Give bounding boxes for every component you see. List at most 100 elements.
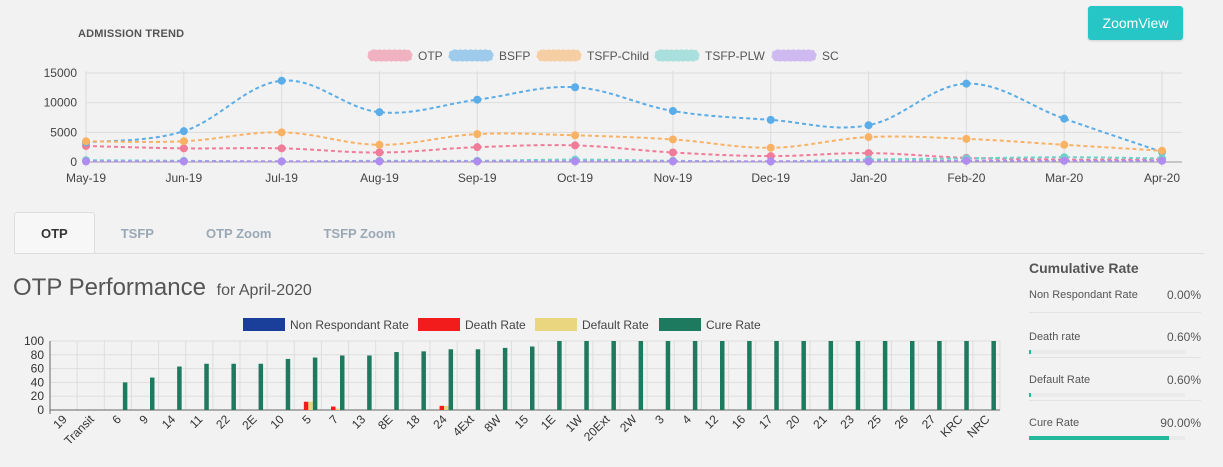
x-tick-label: 21 <box>810 412 830 432</box>
bar-cure-rate <box>611 341 616 410</box>
y-tick-label: 20 <box>31 389 45 403</box>
x-tick-label: 10 <box>267 412 287 432</box>
x-tick-label: 13 <box>349 412 369 432</box>
legend-label: Death Rate <box>465 318 526 332</box>
data-point <box>766 143 775 152</box>
legend-label: TSFP-Child <box>587 49 649 63</box>
legend-swatch <box>448 49 494 62</box>
data-point <box>277 144 286 153</box>
bar-cure-rate <box>720 341 725 410</box>
legend-item: OTP <box>367 49 443 63</box>
cumulative-rate-panel: Cumulative Rate Non Respondant Rate 0.00… <box>1019 254 1204 454</box>
x-tick-label: 16 <box>729 412 749 432</box>
cum-progress-fill <box>1029 350 1031 354</box>
data-point <box>375 140 384 149</box>
legend-item: TSFP-PLW <box>654 49 765 63</box>
bar-death-rate <box>439 405 445 410</box>
legend-item: BSFP <box>448 49 530 63</box>
bar-cure-rate <box>828 341 834 410</box>
tab-tsfp-zoom[interactable]: TSFP Zoom <box>297 212 421 254</box>
data-point <box>179 137 188 146</box>
bar-cure-rate <box>747 341 752 410</box>
admission-trend-title: ADMISSION TREND <box>78 28 185 40</box>
bar-default-rate <box>444 405 449 410</box>
bar-cure-rate <box>367 355 372 410</box>
cum-label: Death rate <box>1029 331 1081 343</box>
data-point <box>375 148 384 157</box>
cum-value: 90.00% <box>1160 416 1201 430</box>
x-tick-label: 12 <box>702 412 722 432</box>
cum-value: 0.00% <box>1166 288 1201 302</box>
x-tick-label: Dec-19 <box>751 171 790 185</box>
cum-label: Default Rate <box>1029 374 1091 386</box>
data-point <box>1060 114 1069 123</box>
data-point <box>179 127 188 136</box>
x-tick-label: 20 <box>783 412 803 432</box>
data-point <box>473 95 482 104</box>
legend-item: TSFP-Child <box>536 49 649 63</box>
data-point <box>766 115 775 124</box>
zoomview-button[interactable]: ZoomView <box>1088 6 1183 40</box>
bar-cure-rate <box>882 341 888 410</box>
x-tick-label: 25 <box>865 412 885 432</box>
bar-cure-rate <box>448 349 454 410</box>
cum-progress-track <box>1029 436 1185 440</box>
bar-cure-rate <box>692 341 698 410</box>
data-point <box>962 156 971 165</box>
y-tick-label: 40 <box>31 375 45 389</box>
legend-label: Default Rate <box>582 318 649 332</box>
x-tick-label: Jul-19 <box>265 171 298 185</box>
y-tick-label: 0 <box>37 403 44 417</box>
data-point <box>864 121 873 130</box>
legend-swatch <box>535 318 577 331</box>
performance-subtitle: for April-2020 <box>216 282 312 299</box>
data-point <box>571 83 580 92</box>
data-point <box>864 133 873 142</box>
tab-otp[interactable]: OTP <box>14 212 95 254</box>
x-tick-label: NRC <box>964 412 993 441</box>
data-point <box>962 134 971 143</box>
data-point <box>179 144 188 153</box>
x-tick-label: Transit <box>61 412 97 448</box>
x-tick-label: 2E <box>239 412 259 432</box>
bar-cure-rate <box>638 341 644 410</box>
x-tick-label: 6 <box>109 412 124 427</box>
bar-cure-rate <box>258 363 264 410</box>
cum-progress-fill <box>1029 436 1170 440</box>
x-tick-label: 24 <box>430 412 450 432</box>
x-tick-label: 5 <box>299 412 314 427</box>
bar-default-rate <box>335 408 340 410</box>
bar-cure-rate <box>801 341 806 410</box>
bar-cure-rate <box>502 347 508 410</box>
data-point <box>668 135 677 144</box>
x-tick-label: 2W <box>617 412 640 435</box>
cum-label: Cure Rate <box>1029 417 1080 429</box>
cum-divider <box>1029 400 1201 401</box>
x-tick-label: 1E <box>538 412 558 432</box>
data-point <box>571 141 580 150</box>
bar-cure-rate <box>312 357 318 410</box>
y-tick-label: 0 <box>70 155 77 169</box>
data-point <box>668 157 677 166</box>
data-point <box>571 131 580 140</box>
cum-value: 0.60% <box>1166 373 1201 387</box>
cum-label: Non Respondant Rate <box>1029 289 1138 301</box>
tab-otp-zoom[interactable]: OTP Zoom <box>180 212 297 254</box>
legend-item: Non Respondant Rate <box>243 318 409 332</box>
bar-cure-rate <box>285 358 291 410</box>
x-tick-label: 4Ext <box>450 412 477 439</box>
series-line-sc <box>86 159 1162 163</box>
bar-cure-rate <box>937 341 942 410</box>
legend-swatch <box>536 49 582 62</box>
data-point <box>473 143 482 152</box>
tab-tsfp[interactable]: TSFP <box>95 212 180 254</box>
x-tick-label: Feb-20 <box>947 171 985 185</box>
x-tick-label: Nov-19 <box>654 171 693 185</box>
bar-cure-rate <box>910 341 915 410</box>
bar-cure-rate <box>855 341 861 410</box>
x-tick-label: 22 <box>213 412 233 432</box>
data-point <box>82 157 90 166</box>
data-point <box>179 157 188 166</box>
data-point <box>277 128 286 137</box>
bar-cure-rate <box>204 363 209 410</box>
